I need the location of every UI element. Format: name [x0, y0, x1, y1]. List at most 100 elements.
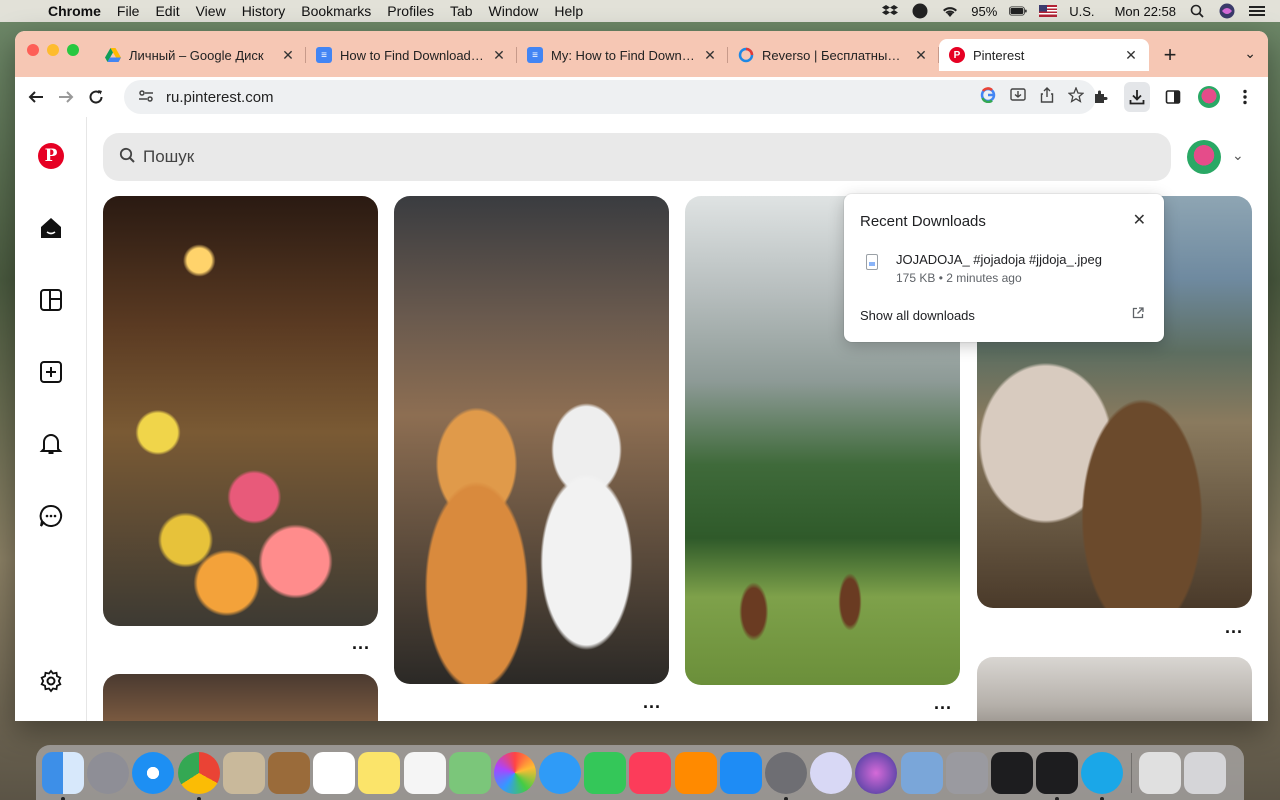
- menu-edit[interactable]: Edit: [147, 3, 187, 19]
- close-window-button[interactable]: [27, 44, 39, 56]
- calendar-icon[interactable]: [313, 751, 356, 794]
- search-input[interactable]: [143, 147, 543, 167]
- tab-close-icon[interactable]: ✕: [702, 47, 718, 64]
- pin-more-options-icon[interactable]: ...: [643, 692, 661, 713]
- notes-icon[interactable]: [358, 751, 401, 794]
- external-link-icon[interactable]: [1132, 307, 1144, 322]
- create-pin-icon[interactable]: [37, 358, 65, 386]
- side-panel-icon[interactable]: [1160, 82, 1186, 112]
- menu-window[interactable]: Window: [481, 3, 547, 19]
- account-chevron-down-icon[interactable]: ⌄: [1232, 147, 1244, 164]
- home-icon[interactable]: [37, 214, 65, 242]
- app-store-icon[interactable]: [719, 751, 762, 794]
- extensions-puzzle-icon[interactable]: [1088, 82, 1114, 112]
- profile-avatar[interactable]: [1187, 140, 1221, 174]
- download-file-name[interactable]: JOJADOJA_ #jojadoja #jjdoja_.jpeg: [896, 252, 1102, 267]
- back-arrow-icon[interactable]: [21, 82, 51, 112]
- trash-icon[interactable]: [1183, 751, 1226, 794]
- share-icon[interactable]: [1040, 87, 1054, 107]
- chrome-menu-kebab-icon[interactable]: [1232, 82, 1258, 112]
- pin-image-cats-sunglasses[interactable]: [394, 196, 669, 684]
- tab-search-chevron-icon[interactable]: ⌄: [1244, 45, 1256, 62]
- blocker-app-icon[interactable]: [810, 751, 853, 794]
- menu-profiles[interactable]: Profiles: [379, 3, 442, 19]
- show-all-downloads-link[interactable]: Show all downloads: [860, 308, 975, 323]
- siri-icon[interactable]: [855, 751, 898, 794]
- dropbox-icon[interactable]: [881, 4, 899, 18]
- pinterest-logo-icon[interactable]: P: [37, 142, 65, 170]
- tab-close-icon[interactable]: ✕: [491, 47, 507, 64]
- pinterest-search-bar[interactable]: [103, 133, 1171, 181]
- bookmark-star-icon[interactable]: [1067, 86, 1085, 107]
- reload-icon[interactable]: [81, 82, 111, 112]
- tab-close-icon[interactable]: ✕: [913, 47, 929, 64]
- preview-icon[interactable]: [222, 751, 265, 794]
- menu-tab[interactable]: Tab: [442, 3, 481, 19]
- settings-gear-icon[interactable]: [37, 667, 65, 695]
- pin-more-options-icon[interactable]: ...: [352, 633, 370, 654]
- menu-view[interactable]: View: [188, 3, 234, 19]
- new-tab-button[interactable]: +: [1158, 42, 1182, 68]
- pin-more-options-icon[interactable]: ...: [1225, 617, 1243, 638]
- reminders-icon[interactable]: [403, 751, 446, 794]
- install-app-icon[interactable]: [1010, 87, 1026, 107]
- menu-help[interactable]: Help: [546, 3, 591, 19]
- chrome-icon[interactable]: [177, 751, 220, 800]
- photos-icon[interactable]: [493, 751, 536, 794]
- contacts-icon[interactable]: [267, 751, 310, 794]
- utilities-icon[interactable]: [945, 751, 988, 794]
- menu-file[interactable]: File: [109, 3, 148, 19]
- tab-docs-1[interactable]: ≡ How to Find Downloads on ✕: [306, 39, 517, 71]
- mk-app-icon[interactable]: [1081, 751, 1124, 800]
- profile-avatar[interactable]: [1196, 82, 1222, 112]
- image-capture-icon[interactable]: [900, 751, 943, 794]
- menu-bookmarks[interactable]: Bookmarks: [293, 3, 379, 19]
- pin-image[interactable]: [977, 657, 1252, 721]
- pin-image-flower-shop[interactable]: [103, 196, 378, 626]
- messages-icon[interactable]: [539, 751, 582, 794]
- tab-title: Reverso | Бесплатный пе: [762, 47, 907, 63]
- music-icon[interactable]: [629, 751, 672, 794]
- maps-icon[interactable]: [448, 751, 491, 794]
- tab-close-icon[interactable]: ✕: [280, 47, 296, 64]
- input-source-label[interactable]: U.S.: [1069, 4, 1094, 19]
- download-file-meta: 175 KB • 2 minutes ago: [896, 271, 1022, 285]
- control-center-icon[interactable]: [1248, 4, 1266, 18]
- us-flag-icon[interactable]: [1039, 4, 1058, 18]
- finder-icon[interactable]: [42, 751, 84, 800]
- close-icon[interactable]: ✕: [1133, 210, 1146, 230]
- books-icon[interactable]: [674, 751, 717, 794]
- google-lens-icon[interactable]: [980, 87, 996, 107]
- terminal-icon[interactable]: [1036, 751, 1079, 800]
- downloads-stack-icon[interactable]: [1138, 751, 1181, 794]
- safari-icon[interactable]: [132, 751, 175, 794]
- tab-close-icon[interactable]: ✕: [1123, 47, 1139, 64]
- minimize-window-button[interactable]: [47, 44, 59, 56]
- address-bar[interactable]: ru.pinterest.com: [124, 80, 1096, 114]
- fullscreen-window-button[interactable]: [67, 44, 79, 56]
- battery-icon[interactable]: [1009, 4, 1027, 18]
- downloads-icon[interactable]: [1124, 82, 1150, 112]
- messages-icon[interactable]: [37, 502, 65, 530]
- pin-more-options-icon[interactable]: ...: [934, 693, 952, 714]
- tab-docs-2[interactable]: ≡ My: How to Find Downloads ✕: [517, 39, 728, 71]
- menubar-clock[interactable]: Mon 22:58: [1115, 4, 1176, 19]
- launchpad-icon[interactable]: [87, 751, 130, 794]
- tab-pinterest[interactable]: P Pinterest ✕: [939, 39, 1149, 71]
- pin-image[interactable]: [103, 674, 378, 721]
- menu-history[interactable]: History: [234, 3, 294, 19]
- site-info-icon[interactable]: [138, 89, 154, 106]
- system-preferences-icon[interactable]: [765, 751, 807, 800]
- forward-arrow-icon[interactable]: [51, 82, 81, 112]
- menu-app-name[interactable]: Chrome: [40, 3, 109, 19]
- activity-monitor-icon[interactable]: [990, 751, 1033, 794]
- facetime-icon[interactable]: [584, 751, 627, 794]
- explore-icon[interactable]: [37, 286, 65, 314]
- tab-reverso[interactable]: Reverso | Бесплатный пе ✕: [728, 39, 939, 71]
- siri-icon[interactable]: [1218, 3, 1236, 19]
- wifi-icon[interactable]: [941, 4, 959, 18]
- tab-google-drive[interactable]: Личный – Google Диск ✕: [95, 39, 306, 71]
- notifications-bell-icon[interactable]: [37, 430, 65, 458]
- menu-extra-icon[interactable]: [911, 3, 929, 19]
- spotlight-search-icon[interactable]: [1188, 4, 1206, 18]
